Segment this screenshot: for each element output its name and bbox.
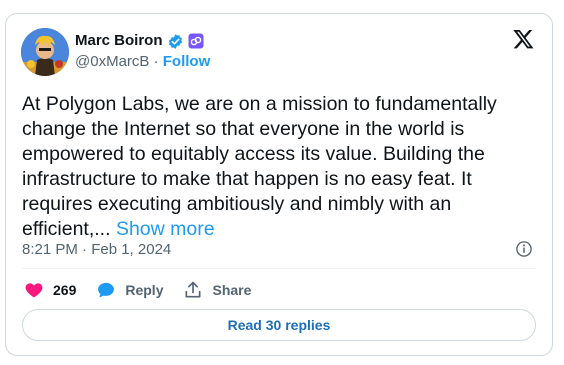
like-button[interactable]: 269: [24, 280, 76, 300]
affiliate-badge-icon[interactable]: [188, 33, 204, 49]
read-replies-button[interactable]: Read 30 replies: [22, 309, 536, 341]
show-more-link[interactable]: Show more: [116, 218, 215, 240]
reply-button[interactable]: Reply: [96, 280, 163, 300]
handle-separator: ·: [153, 53, 159, 70]
author-handle[interactable]: @0xMarcB: [75, 53, 149, 70]
action-bar: 269 Reply Share: [24, 280, 271, 300]
heart-icon: [25, 283, 43, 298]
author-name[interactable]: Marc Boiron: [75, 32, 163, 50]
info-icon[interactable]: [515, 240, 533, 258]
avatar[interactable]: [21, 28, 69, 76]
reply-label: Reply: [125, 282, 164, 298]
share-label: Share: [212, 282, 252, 298]
tweet-timestamp[interactable]: 8:21 PM · Feb 1, 2024: [22, 241, 171, 258]
follow-button[interactable]: Follow: [163, 53, 211, 70]
tweet-text: At Polygon Labs, we are on a mission to …: [22, 92, 542, 242]
x-logo-icon[interactable]: [512, 28, 535, 50]
like-count: 269: [53, 282, 77, 298]
share-icon: [185, 281, 201, 298]
speech-bubble-icon: [98, 282, 115, 298]
tweet-body: At Polygon Labs, we are on a mission to …: [22, 93, 497, 240]
verified-badge-icon: [167, 33, 184, 50]
divider: [22, 268, 536, 269]
tweet-card[interactable]: Marc Boiron @0xMarcB · Follow At Polygon…: [5, 13, 553, 356]
share-button[interactable]: Share: [183, 280, 251, 300]
